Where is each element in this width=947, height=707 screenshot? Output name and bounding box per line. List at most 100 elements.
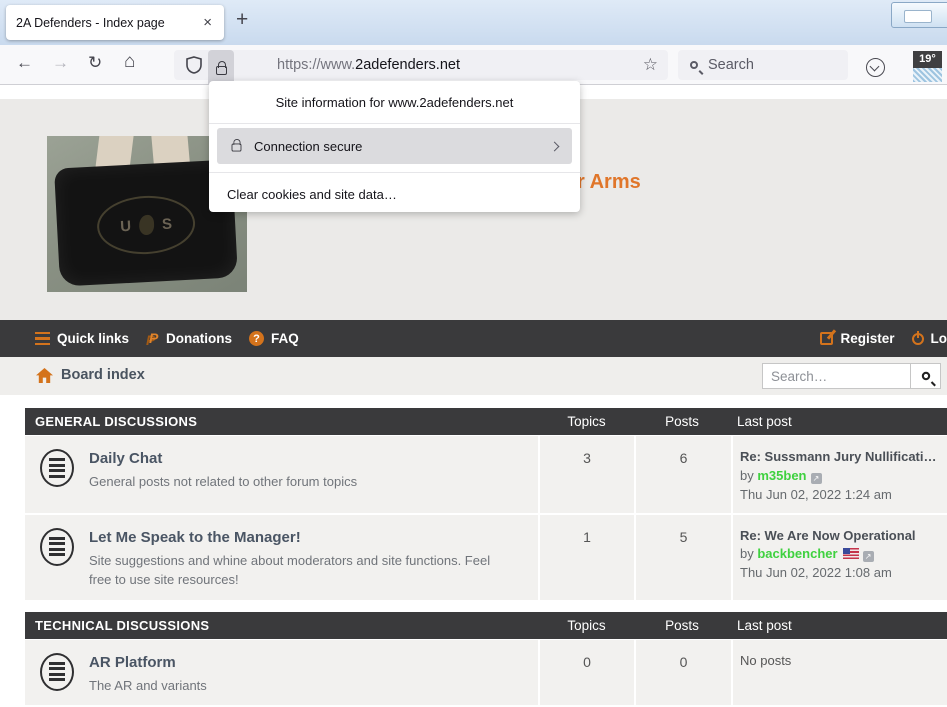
login-power-icon: [912, 333, 924, 345]
section-header-technical: TECHNICAL DISCUSSIONS Topics Posts Last …: [25, 612, 947, 639]
search-icon: [921, 372, 929, 380]
column-last-post: Last post: [730, 414, 947, 429]
lock-button[interactable]: [208, 50, 234, 85]
back-button[interactable]: ←: [16, 53, 33, 73]
lock-icon: [216, 66, 227, 75]
forum-index: GENERAL DISCUSSIONS Topics Posts Last po…: [25, 408, 947, 707]
forum-link[interactable]: AR Platform: [89, 654, 207, 671]
no-posts-label: No posts: [740, 652, 941, 671]
forum-last-post: Re: We Are Now Operational by backbenche…: [733, 515, 947, 600]
reload-button[interactable]: ↻: [88, 53, 102, 73]
browser-toolbar: ← → ↻ ⌂ https://www.2adefenders.net ☆ Se…: [0, 45, 947, 85]
goto-last-post-icon[interactable]: ↗: [863, 551, 874, 562]
forum-topic-icon: [40, 528, 74, 566]
forward-button[interactable]: →: [52, 53, 69, 73]
forum-topics-count: 0: [540, 640, 634, 706]
forum-cell-description: Daily Chat General posts not related to …: [25, 436, 538, 513]
column-topics: Topics: [539, 618, 634, 633]
donations-label: Donations: [166, 331, 232, 346]
question-icon: ?: [249, 331, 264, 346]
column-posts: Posts: [634, 414, 730, 429]
url-domain: 2adefenders.net: [355, 57, 460, 73]
home-icon: [36, 368, 53, 383]
url-bar[interactable]: https://www.2adefenders.net ☆: [174, 50, 668, 80]
popup-title: Site information for www.2adefenders.net: [209, 81, 580, 110]
pocket-icon[interactable]: [866, 58, 885, 77]
tab-strip: 2A Defenders - Index page × +: [0, 0, 947, 45]
register-link[interactable]: Register: [840, 331, 894, 346]
site-info-popup: Site information for www.2adefenders.net…: [209, 81, 580, 212]
forum-search-input[interactable]: [762, 363, 910, 389]
connection-secure-label: Connection secure: [254, 139, 362, 154]
forum-topics-count: 1: [540, 515, 634, 600]
forum-search: [762, 363, 941, 389]
browser-tab[interactable]: 2A Defenders - Index page ×: [6, 5, 224, 40]
weather-rain-icon: [913, 68, 942, 82]
forum-row-daily-chat: Daily Chat General posts not related to …: [25, 436, 947, 513]
faq-button[interactable]: ? FAQ: [249, 331, 299, 346]
section-title[interactable]: TECHNICAL DISCUSSIONS: [25, 618, 539, 633]
faq-label: FAQ: [271, 331, 299, 346]
new-tab-button[interactable]: +: [236, 8, 248, 32]
toolbar-search[interactable]: Search: [678, 50, 848, 80]
forum-topics-count: 3: [540, 436, 634, 513]
tab-close-icon[interactable]: ×: [201, 14, 214, 31]
us-flag-icon: [843, 548, 859, 559]
popup-divider: [209, 123, 580, 124]
chevron-right-icon: [550, 141, 560, 151]
clear-cookies-button[interactable]: Clear cookies and site data…: [209, 173, 580, 202]
register-icon: [820, 332, 833, 345]
quick-links-button[interactable]: Quick links: [35, 331, 129, 346]
forum-description: General posts not related to other forum…: [89, 472, 357, 492]
last-post-author[interactable]: backbencher: [757, 546, 837, 561]
forum-posts-count: 0: [636, 640, 731, 706]
forum-description: The AR and variants: [89, 676, 207, 696]
column-last-post: Last post: [730, 618, 947, 633]
forum-search-button[interactable]: [910, 363, 941, 389]
tracking-shield-icon[interactable]: [186, 56, 202, 74]
pouch-emblem: U S: [96, 194, 197, 257]
forum-topic-icon: [40, 653, 74, 691]
forum-navbar: Quick links Donations ? FAQ Register Lo: [0, 320, 947, 357]
last-post-link[interactable]: Re: Sussmann Jury Nullificati…: [740, 448, 941, 467]
forum-row-ar-platform: AR Platform The AR and variants 0 0 No p…: [25, 640, 947, 706]
section-header-general: GENERAL DISCUSSIONS Topics Posts Last po…: [25, 408, 947, 435]
last-post-byline: by m35ben↗: [740, 468, 822, 483]
weather-temperature: 19°: [913, 51, 942, 68]
last-post-link[interactable]: Re: We Are Now Operational: [740, 527, 941, 546]
forum-last-post: No posts: [733, 640, 947, 706]
site-slogan: r Arms: [577, 171, 641, 194]
quick-links-label: Quick links: [57, 331, 129, 346]
home-button[interactable]: ⌂: [124, 51, 135, 73]
connection-secure-row[interactable]: Connection secure: [217, 128, 572, 164]
pouch-letter-u: U: [120, 218, 132, 236]
goto-last-post-icon[interactable]: ↗: [811, 473, 822, 484]
bookmark-star-icon[interactable]: ☆: [643, 55, 658, 75]
breadcrumb[interactable]: Board index: [36, 367, 145, 383]
forum-posts-count: 6: [636, 436, 731, 513]
last-post-byline: by backbencher↗: [740, 546, 874, 561]
last-post-time: Thu Jun 02, 2022 1:24 am: [740, 487, 892, 502]
last-post-author[interactable]: m35ben: [757, 468, 806, 483]
login-link[interactable]: Lo: [931, 331, 947, 346]
lock-icon: [232, 143, 242, 151]
forum-navbar-right: Register Lo: [820, 331, 947, 346]
forum-last-post: Re: Sussmann Jury Nullificati… by m35ben…: [733, 436, 947, 513]
tab-title: 2A Defenders - Index page: [16, 16, 201, 30]
url-prefix: https://www.: [277, 57, 355, 73]
breadcrumb-bar: Board index: [0, 357, 947, 395]
forum-link[interactable]: Let Me Speak to the Manager!: [89, 529, 509, 546]
toolbar-search-placeholder: Search: [708, 57, 754, 73]
forum-row-manager: Let Me Speak to the Manager! Site sugges…: [25, 515, 947, 600]
paypal-icon: [146, 331, 159, 347]
pouch-letter-s: S: [162, 216, 173, 234]
breadcrumb-label: Board index: [61, 367, 145, 383]
forum-link[interactable]: Daily Chat: [89, 450, 357, 467]
weather-extension-icon[interactable]: 19°: [913, 51, 942, 82]
last-post-time: Thu Jun 02, 2022 1:08 am: [740, 565, 892, 580]
url-text: https://www.2adefenders.net: [277, 57, 460, 73]
donations-button[interactable]: Donations: [146, 331, 232, 347]
section-title[interactable]: GENERAL DISCUSSIONS: [25, 414, 539, 429]
forum-posts-count: 5: [636, 515, 731, 600]
window-control-button[interactable]: [891, 2, 947, 28]
